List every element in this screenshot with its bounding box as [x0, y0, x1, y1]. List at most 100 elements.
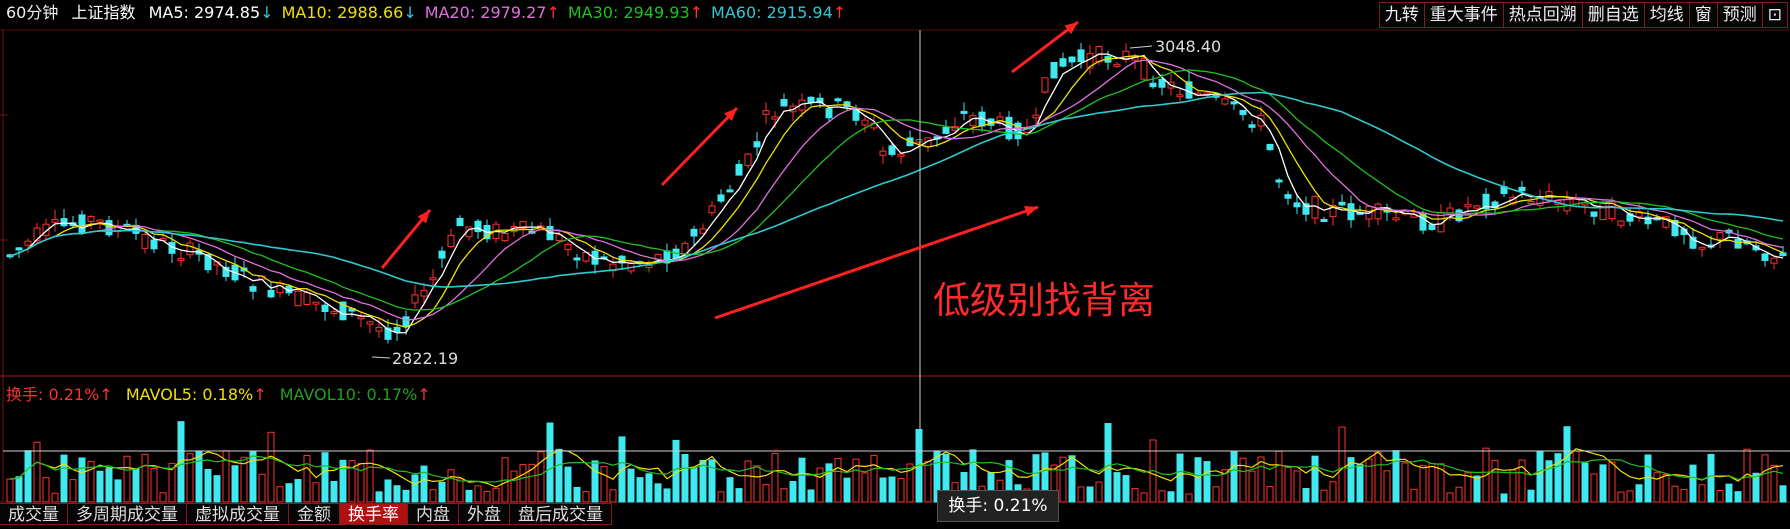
volume-bar [1563, 426, 1571, 503]
candlestick-chart[interactable]: 3048.40 2822.19 [0, 0, 1790, 525]
candle-body [105, 220, 113, 236]
volume-bar [1536, 451, 1544, 503]
candle-body [1140, 57, 1148, 80]
candle-body [321, 304, 329, 313]
tab-6[interactable]: 外盘 [458, 503, 510, 525]
volume-bar [249, 450, 257, 503]
volume-bar [1284, 466, 1292, 503]
toolbar-button-6[interactable]: 预测 [1716, 2, 1763, 28]
trend-arrow-2 [660, 106, 739, 187]
volume-bar [213, 475, 221, 503]
candle-body [330, 311, 338, 315]
volume-bar [1635, 484, 1643, 503]
tab-0[interactable]: 成交量 [0, 503, 68, 525]
volume-bar [735, 488, 743, 503]
volume-bar [1500, 493, 1508, 503]
volume-bar [1491, 459, 1499, 503]
chart-stage[interactable]: 3048.40 2822.19 60分钟 上证指数 MA5: 2974.85↓ MA… [0, 0, 1790, 525]
volume-bar [51, 492, 59, 503]
candle-body [1077, 49, 1085, 63]
volume-bar [591, 460, 599, 503]
toolbar-button-0[interactable]: 九转 [1378, 2, 1425, 28]
volume-bar [1176, 453, 1184, 503]
volume-bar [69, 479, 77, 503]
volume-bar [1401, 462, 1409, 503]
tab-4[interactable]: 换手率 [339, 503, 408, 525]
candle-body [717, 194, 725, 202]
tab-1[interactable]: 多周期成交量 [67, 503, 187, 525]
volume-header: 换手: 0.21%↑ MAVOL5: 0.18%↑ MAVOL10: 0.17%… [6, 385, 431, 404]
tab-2[interactable]: 虚拟成交量 [186, 503, 289, 525]
volume-bar [582, 491, 590, 503]
candle-body [249, 286, 257, 292]
volume-bar [573, 486, 581, 503]
candle-body [87, 216, 95, 222]
candle-body [177, 257, 185, 261]
volume-bar [42, 477, 50, 503]
volume-bar [1257, 456, 1265, 503]
toolbar-button-7[interactable]: ⊡ [1761, 2, 1788, 28]
volume-bar [1158, 490, 1166, 503]
toolbar-button-5[interactable]: 窗 [1688, 2, 1718, 28]
volume-bar [411, 474, 419, 503]
candle-body [1032, 114, 1040, 119]
volume-bar [1077, 486, 1085, 503]
volume-bar [1662, 473, 1670, 503]
period-label: 60分钟 [6, 3, 59, 22]
crosshair-tooltip: 换手: 0.21% [937, 490, 1059, 522]
volume-bar [438, 481, 446, 503]
candle-body [303, 292, 311, 305]
candle-body [861, 119, 869, 126]
volume-bar [834, 457, 842, 503]
volume-bar [231, 465, 239, 503]
ma60-line [9, 91, 1784, 288]
volume-bar [1653, 472, 1661, 503]
candle-body [51, 218, 59, 223]
candle-body [645, 264, 653, 268]
candle-body [1779, 252, 1787, 257]
candle-body [1518, 186, 1526, 192]
candle-body [771, 116, 779, 120]
volume-bar [771, 452, 779, 503]
volume-bar [708, 459, 716, 503]
volume-bar [15, 476, 23, 503]
tab-3[interactable]: 金额 [288, 503, 340, 525]
candle-body [150, 239, 158, 250]
volume-bar [1707, 453, 1715, 503]
candle-body [726, 189, 734, 193]
toolbar-button-2[interactable]: 热点回溯 [1502, 2, 1583, 28]
tab-5[interactable]: 内盘 [407, 503, 459, 525]
volume-bar [1680, 488, 1688, 503]
candle-body [1221, 98, 1229, 105]
volume-bar [204, 469, 212, 503]
volume-bar [690, 466, 698, 503]
volume-bar [456, 478, 464, 503]
candle-body [1068, 56, 1076, 63]
volume-bar [789, 481, 797, 503]
volume-bar [123, 455, 131, 503]
candle-body [474, 220, 482, 233]
volume-bar [888, 476, 896, 503]
volume-bar [1428, 462, 1436, 503]
volume-bar [744, 460, 752, 503]
toolbar-button-3[interactable]: 删自选 [1581, 2, 1645, 28]
symbol-label: 上证指数 [71, 3, 136, 22]
candle-body [762, 110, 770, 115]
candle-body [24, 240, 32, 246]
candle-body [186, 242, 194, 256]
volume-bar [1113, 472, 1121, 503]
toolbar-button-1[interactable]: 重大事件 [1423, 2, 1504, 28]
volume-bar [312, 482, 320, 503]
volume-bar [105, 468, 113, 503]
ma20-line [9, 59, 1784, 321]
candle-body [78, 214, 86, 234]
toolbar-button-4[interactable]: 均线 [1643, 2, 1690, 28]
volume-bar [807, 489, 815, 503]
tab-7[interactable]: 盘后成交量 [509, 503, 612, 525]
candle-body [393, 326, 401, 333]
candle-body [735, 163, 743, 176]
candle-body [1590, 211, 1598, 217]
volume-bar [537, 451, 545, 503]
volume-bar [1689, 464, 1697, 503]
candle-body [834, 98, 842, 102]
